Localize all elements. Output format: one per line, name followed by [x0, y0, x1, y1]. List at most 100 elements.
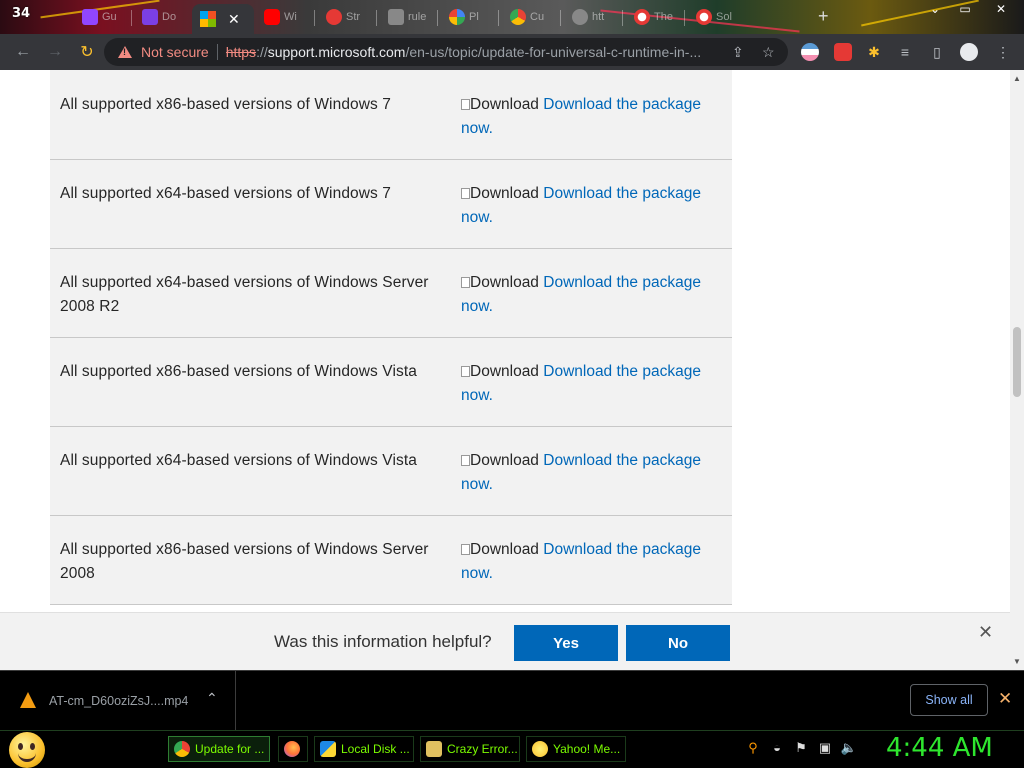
feedback-yes-button[interactable]: Yes [514, 625, 618, 661]
bookmark-star-icon[interactable]: ☆ [762, 44, 775, 61]
broken-image-icon [461, 544, 470, 555]
windows-version: All supported x86-based versions of Wind… [60, 541, 429, 582]
tab-the[interactable]: The [626, 4, 673, 30]
tab-label: The [654, 11, 673, 23]
tab-label: htt [592, 11, 605, 23]
search-icon[interactable]: ⚲ [744, 740, 762, 758]
opera-icon [634, 9, 650, 25]
show-all-button[interactable]: Show all [910, 684, 988, 716]
tab-separator [560, 10, 561, 26]
download-image-alt: Download [470, 96, 539, 113]
flag-icon[interactable]: ⚑ [792, 740, 810, 758]
google-icon [449, 9, 465, 25]
tab-http[interactable]: htt [564, 4, 604, 30]
reload-icon[interactable]: ↻ [76, 41, 98, 63]
tab-youtube[interactable]: Wi [256, 4, 297, 30]
security-status[interactable]: Not secure [141, 44, 209, 60]
download-image-alt: Download [470, 185, 539, 202]
close-icon[interactable]: ✕ [978, 622, 993, 643]
table-row: All supported x86-based versions of Wind… [50, 338, 732, 427]
table-row: All supported x86-based versions of Wind… [50, 70, 732, 160]
address-bar[interactable]: Not secure https://support.microsoft.com… [104, 38, 788, 66]
tab-chrome[interactable]: Cu [502, 4, 544, 30]
tab-separator [437, 10, 438, 26]
twitch-icon [82, 9, 98, 25]
flag-extension-icon[interactable] [801, 43, 819, 61]
download-filename[interactable]: AT-cm_D60oziZsJ....mp4 [49, 694, 188, 708]
tab-separator [131, 10, 132, 26]
share-icon[interactable]: ⇪ [732, 44, 744, 61]
profile-avatar-icon[interactable] [960, 43, 978, 61]
start-smiley-icon[interactable] [9, 732, 45, 768]
table-row: All supported x86-based versions of Wind… [50, 516, 732, 605]
taskbar-button-local-disk[interactable]: Local Disk ... [314, 736, 414, 762]
taskbar-button-firefox[interactable] [278, 736, 308, 762]
restore-icon[interactable]: ▭ [950, 0, 980, 18]
tab-separator [622, 10, 623, 26]
tab-separator [498, 10, 499, 26]
web-page: All supported x86-based versions of Wind… [0, 70, 1024, 670]
media-control-icon[interactable]: ≡ [897, 44, 913, 60]
download-image-alt: Download [470, 363, 539, 380]
tab-google[interactable]: Pl [441, 4, 479, 30]
taskbar-button-label: Crazy Error... [447, 742, 518, 756]
page-scrollbar[interactable]: ▲ ▼ [1010, 70, 1024, 670]
side-panel-icon[interactable]: ▯ [929, 44, 945, 60]
url-host: support.microsoft.com [267, 44, 406, 60]
tab-twitch[interactable]: Gu [74, 4, 117, 30]
taskbar-button-crazy-error[interactable]: Crazy Error... [420, 736, 520, 762]
tab-sol[interactable]: Sol [688, 4, 732, 30]
windows-version: All supported x86-based versions of Wind… [60, 363, 417, 380]
close-icon[interactable]: ✕ [998, 689, 1012, 709]
download-cell: Download Download the package now. [461, 360, 723, 408]
chevron-up-icon[interactable]: ⌃ [206, 690, 218, 707]
scrollbar-thumb[interactable] [1013, 327, 1021, 397]
opera-icon [696, 9, 712, 25]
download-cell: Download Download the package now. [461, 271, 723, 319]
download-table: All supported x86-based versions of Wind… [50, 70, 732, 605]
download-image-alt: Download [470, 541, 539, 558]
recorder-extension-icon[interactable] [834, 43, 852, 61]
chrome-icon [510, 9, 526, 25]
chevron-down-icon[interactable]: ⌄ [920, 0, 950, 18]
more-menu-icon[interactable]: ⋮ [995, 44, 1011, 60]
taskbar-button-label: Local Disk ... [341, 742, 410, 756]
taskbar-button-chrome[interactable]: Update for ... [168, 736, 270, 762]
scroll-up-icon[interactable]: ▲ [1013, 74, 1021, 83]
yahoo-tray-icon[interactable]: ◒ [768, 740, 786, 758]
yahoo-smiley-icon [532, 741, 548, 757]
tab-label: Gu [102, 11, 117, 23]
scroll-down-icon[interactable]: ▼ [1013, 657, 1021, 666]
warning-icon[interactable] [118, 46, 132, 58]
windows-version: All supported x64-based versions of Wind… [60, 452, 417, 469]
youtube-icon [264, 9, 280, 25]
feedback-no-button[interactable]: No [626, 625, 730, 661]
tab-pause[interactable]: Do [134, 4, 176, 30]
desktop-counter: 34 [12, 6, 31, 21]
document-icon [426, 741, 442, 757]
download-image-alt: Download [470, 274, 539, 291]
back-icon[interactable]: ← [12, 41, 34, 63]
tab-rule[interactable]: rule [380, 4, 426, 30]
broken-image-icon [461, 366, 470, 377]
download-item[interactable]: AT-cm_D60oziZsJ....mp4 ⌃ [0, 671, 236, 731]
vlc-cone-icon [20, 692, 36, 708]
table-row: All supported x64-based versions of Wind… [50, 160, 732, 249]
feedback-bar: Was this information helpful? Yes No ✕ [0, 612, 1010, 670]
tab-microsoft-support[interactable]: ✕ [192, 4, 254, 34]
tab-heart[interactable]: Str [318, 4, 360, 30]
forward-icon[interactable]: → [44, 41, 66, 63]
new-tab-icon[interactable]: + [818, 6, 829, 27]
windows-version: All supported x86-based versions of Wind… [60, 96, 392, 113]
url-text[interactable]: https://support.microsoft.com/en-us/topi… [226, 44, 718, 60]
taskbar-button-yahoo-messenger[interactable]: Yahoo! Me... [526, 736, 626, 762]
broken-image-icon [461, 455, 470, 466]
taskbar-clock[interactable]: 4:44 AM [886, 733, 993, 763]
broken-image-icon [461, 188, 470, 199]
close-tab-icon[interactable]: ✕ [228, 11, 240, 28]
taskbar-button-label: Update for ... [195, 742, 265, 756]
network-icon[interactable]: ▣ [816, 740, 834, 758]
volume-icon[interactable]: 🔈 [840, 740, 858, 758]
extensions-puzzle-icon[interactable]: ✱ [866, 44, 882, 60]
window-close-icon[interactable]: ✕ [986, 0, 1016, 18]
